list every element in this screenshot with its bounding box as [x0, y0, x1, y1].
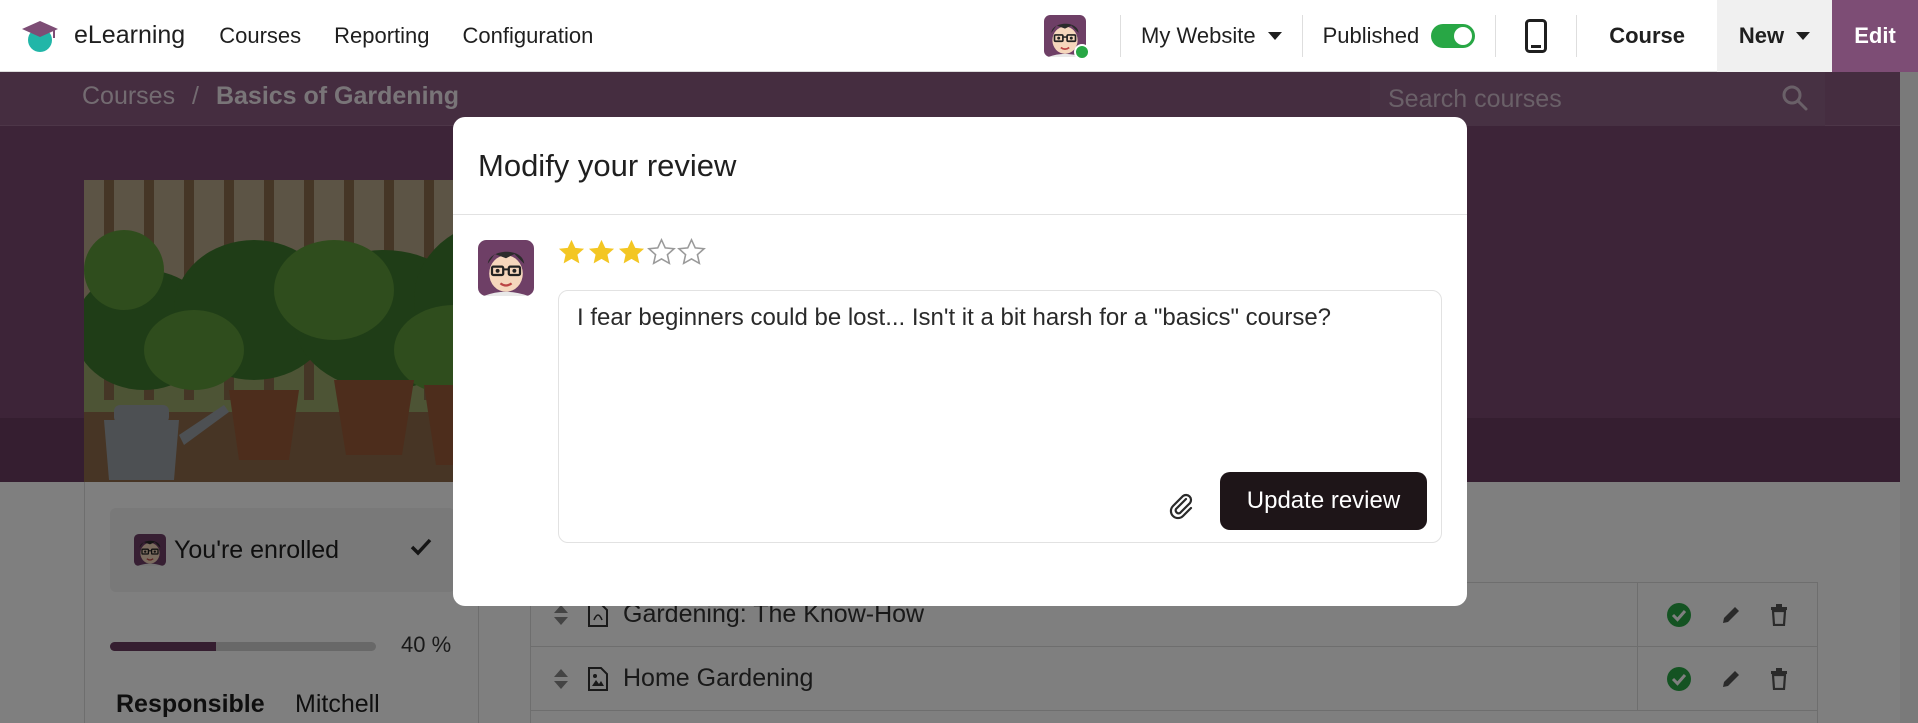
- new-button-label: New: [1738, 23, 1785, 48]
- reviewer-avatar-icon: [478, 240, 534, 296]
- course-button[interactable]: Course: [1577, 0, 1717, 72]
- star-rating[interactable]: [557, 238, 707, 267]
- app-name: eLearning: [74, 21, 186, 49]
- star-empty-icon[interactable]: [647, 238, 676, 267]
- website-switcher[interactable]: My Website: [1121, 23, 1302, 49]
- review-textarea[interactable]: I fear beginners could be lost... Isn't …: [577, 304, 1331, 332]
- attach-file-button[interactable]: [1161, 485, 1201, 525]
- main-menu: Courses Reporting Configuration: [219, 23, 626, 49]
- top-navbar: eLearning Courses Reporting Configuratio…: [0, 0, 1918, 72]
- caret-down-icon: [1796, 32, 1811, 40]
- modal-title: Modify your review: [478, 147, 737, 183]
- review-modal: Modify your review I fear beginners coul…: [453, 117, 1467, 606]
- navbar-right: My Website Published Course New Edit: [1044, 0, 1918, 72]
- paperclip-icon: [1169, 493, 1193, 520]
- mobile-phone-icon: [1525, 19, 1548, 53]
- star-empty-icon[interactable]: [677, 238, 706, 267]
- new-button[interactable]: New: [1717, 0, 1832, 72]
- website-switcher-label: My Website: [1141, 23, 1256, 48]
- edit-button[interactable]: Edit: [1832, 0, 1918, 72]
- star-filled-icon[interactable]: [587, 238, 616, 267]
- star-filled-icon[interactable]: [617, 238, 646, 267]
- user-avatar[interactable]: [1044, 15, 1091, 60]
- menu-item-courses[interactable]: Courses: [219, 23, 301, 49]
- online-status-dot: [1074, 44, 1091, 60]
- publish-toggle-group: Published: [1303, 23, 1496, 49]
- modal-header: Modify your review: [453, 117, 1467, 215]
- graduation-cap-icon: [22, 20, 58, 52]
- caret-down-icon: [1267, 32, 1282, 40]
- mobile-preview-button[interactable]: [1496, 0, 1576, 72]
- published-toggle[interactable]: [1431, 24, 1476, 48]
- update-review-button[interactable]: Update review: [1220, 472, 1427, 530]
- menu-item-configuration[interactable]: Configuration: [463, 23, 594, 49]
- star-filled-icon[interactable]: [557, 238, 586, 267]
- menu-item-reporting[interactable]: Reporting: [334, 23, 429, 49]
- review-composer[interactable]: I fear beginners could be lost... Isn't …: [558, 290, 1442, 543]
- published-label: Published: [1322, 23, 1420, 48]
- app-brand[interactable]: eLearning: [20, 16, 185, 56]
